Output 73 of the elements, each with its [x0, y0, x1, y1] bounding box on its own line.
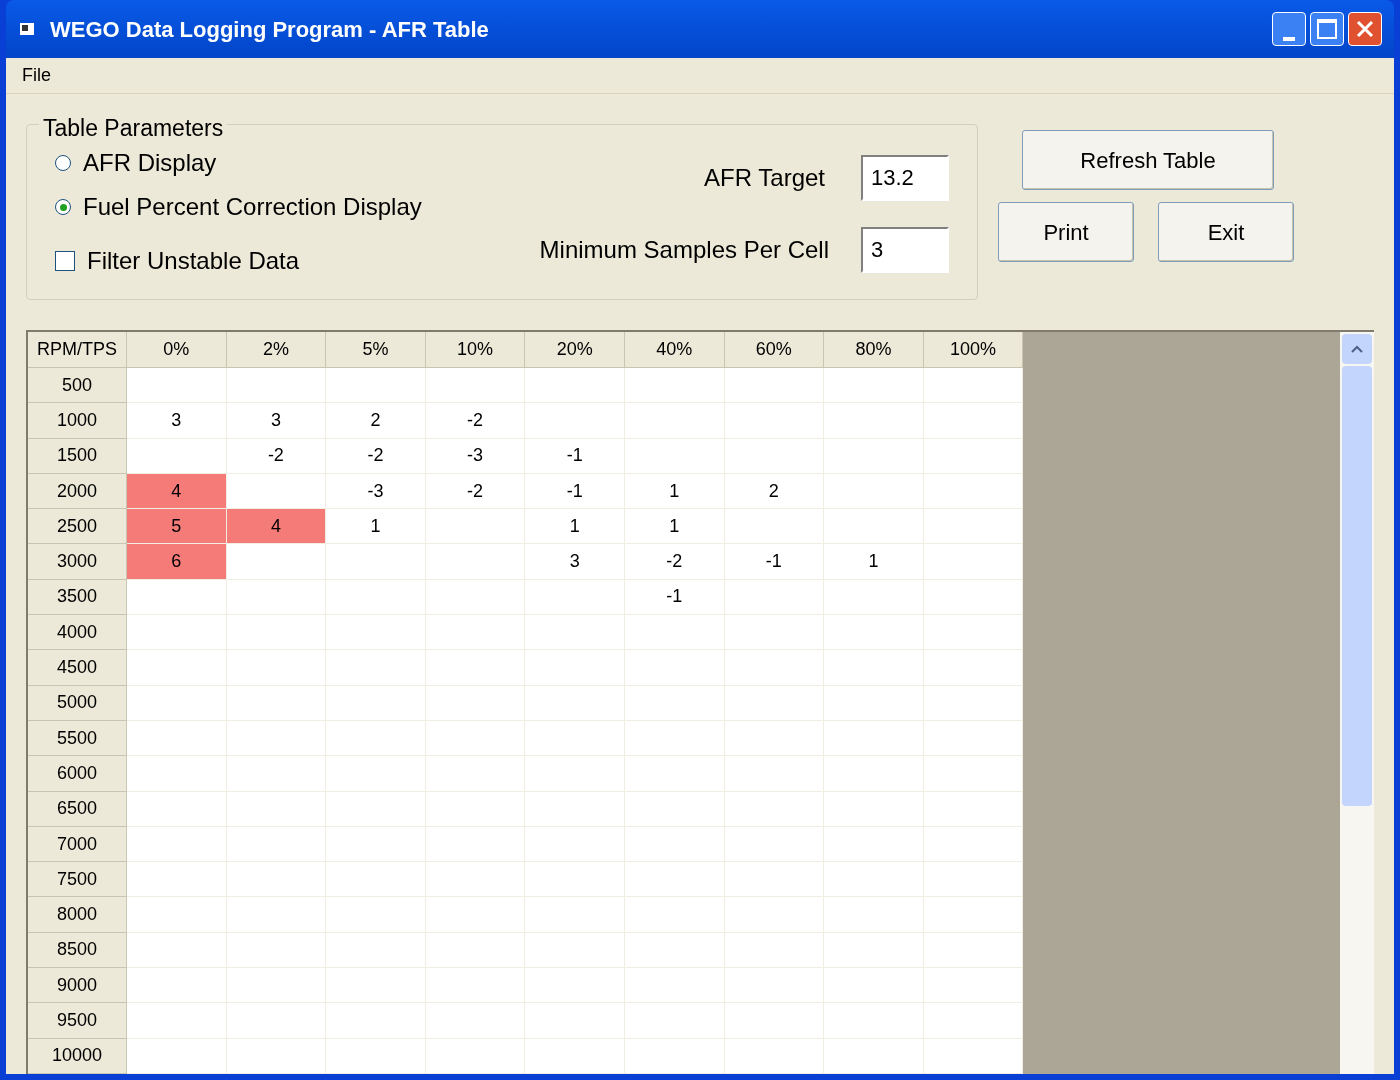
table-cell: -2: [326, 438, 426, 474]
row-header: 4000: [28, 615, 127, 651]
table-cell: 6: [127, 544, 227, 580]
table-cell: -2: [425, 403, 526, 439]
print-button[interactable]: Print: [998, 202, 1134, 262]
scroll-up-button[interactable]: [1342, 334, 1372, 364]
table-cell: 1: [525, 509, 625, 545]
row-header: 8500: [28, 932, 127, 969]
table-cell: 5: [127, 509, 227, 545]
filter-checkbox[interactable]: Filter Unstable Data: [55, 233, 422, 289]
column-header: 60%: [724, 332, 825, 368]
row-header: 1000: [28, 403, 127, 439]
column-header: 0%: [127, 332, 227, 368]
close-button[interactable]: [1348, 12, 1382, 46]
column-header: 20%: [525, 332, 625, 368]
column-header: 10%: [425, 332, 526, 368]
row-header: 2000: [28, 473, 127, 510]
row-header: 1500: [28, 438, 127, 474]
refresh-table-button[interactable]: Refresh Table: [1022, 130, 1274, 190]
field-label: AFR Target: [704, 163, 825, 193]
table-cell: 3: [226, 403, 327, 439]
table-cell: 1: [824, 544, 924, 580]
row-header: 9000: [28, 968, 127, 1004]
corner-header: RPM/TPS: [28, 332, 127, 368]
row-header: 7000: [28, 826, 127, 863]
min-samples-field[interactable]: 3: [861, 227, 949, 273]
row-header: 3000: [28, 544, 127, 580]
column-header: 80%: [824, 332, 924, 368]
exit-button[interactable]: Exit: [1158, 202, 1294, 262]
table-cell: -3: [326, 473, 426, 510]
row-header: 4500: [28, 650, 127, 686]
field-label: Minimum Samples Per Cell: [539, 235, 829, 265]
table-cell: 3: [127, 403, 227, 439]
row-header: 3500: [28, 579, 127, 616]
table-cell: 2: [724, 473, 825, 510]
row-header: 10000: [28, 1038, 127, 1074]
radio-option[interactable]: Fuel Percent Correction Display: [55, 185, 422, 229]
table-cell: 1: [624, 509, 725, 545]
table-cell: -2: [624, 544, 725, 580]
column-header: 100%: [923, 332, 1024, 368]
maximize-button[interactable]: [1310, 12, 1344, 46]
table-cell: -2: [425, 473, 526, 510]
row-header: 6500: [28, 791, 127, 827]
row-header: 8000: [28, 897, 127, 933]
table-cell: -2: [226, 438, 327, 474]
row-header: 7500: [28, 862, 127, 898]
row-header: 6000: [28, 756, 127, 792]
row-header: 500: [28, 368, 127, 404]
table-cell: 3: [525, 544, 625, 580]
column-header: 2%: [226, 332, 327, 368]
table-cell: 2: [326, 403, 426, 439]
column-header: 5%: [326, 332, 426, 368]
scroll-thumb[interactable]: [1342, 366, 1372, 806]
table-cell: 4: [127, 473, 227, 510]
table-cell: -1: [624, 579, 725, 616]
table-cell: 1: [624, 473, 725, 510]
table-cell: 4: [226, 509, 327, 545]
vertical-scrollbar[interactable]: [1340, 332, 1374, 1074]
table-cell: 1: [326, 509, 426, 545]
row-header: 5500: [28, 720, 127, 757]
row-header: 9500: [28, 1003, 127, 1039]
minimize-button[interactable]: [1272, 12, 1306, 46]
table-cell: -1: [525, 473, 625, 510]
afr-target-field[interactable]: 13.2: [861, 155, 949, 201]
close-icon: [1355, 19, 1375, 39]
row-header: 5000: [28, 685, 127, 721]
table-cell: -1: [525, 438, 625, 474]
column-header: 40%: [624, 332, 725, 368]
window-title: WEGO Data Logging Program - AFR Table: [50, 15, 489, 44]
menu-item[interactable]: File: [22, 62, 51, 89]
table-cell: -1: [724, 544, 825, 580]
table-cell: -3: [425, 438, 526, 474]
row-header: 2500: [28, 509, 127, 545]
